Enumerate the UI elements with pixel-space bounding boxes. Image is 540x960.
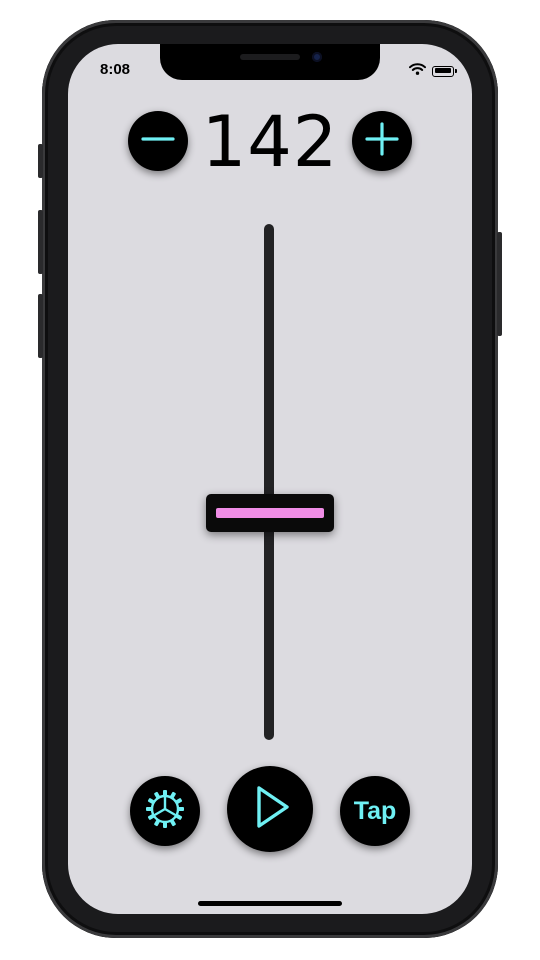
plus-icon [364,121,400,162]
play-button[interactable] [227,766,313,852]
increase-tempo-button[interactable] [352,111,412,171]
decrease-tempo-button[interactable] [128,111,188,171]
power-button [497,232,502,336]
battery-icon [432,65,457,77]
home-indicator[interactable] [198,901,342,906]
tempo-slider-track[interactable] [264,224,274,740]
status-time: 8:08 [100,61,131,78]
volume-up-button [38,210,43,274]
tempo-value: 142 [201,101,339,183]
app-screen: 8:08 142 Tap [68,44,472,914]
tempo-slider-thumb[interactable] [206,493,334,532]
settings-button[interactable] [130,776,200,846]
volume-down-button [38,294,43,358]
mute-switch [38,144,43,178]
slider-thumb-indicator [216,507,324,518]
tap-tempo-button[interactable]: Tap [340,776,410,846]
front-camera [312,52,322,62]
tap-label: Tap [353,796,397,825]
wifi-icon [409,62,426,80]
page: 8:08 142 Tap [0,0,540,960]
status-icons [409,62,457,80]
minus-icon [140,121,176,162]
gear-icon [143,787,187,836]
notch [160,44,380,80]
play-icon [245,782,295,837]
speaker-grille [240,54,300,60]
